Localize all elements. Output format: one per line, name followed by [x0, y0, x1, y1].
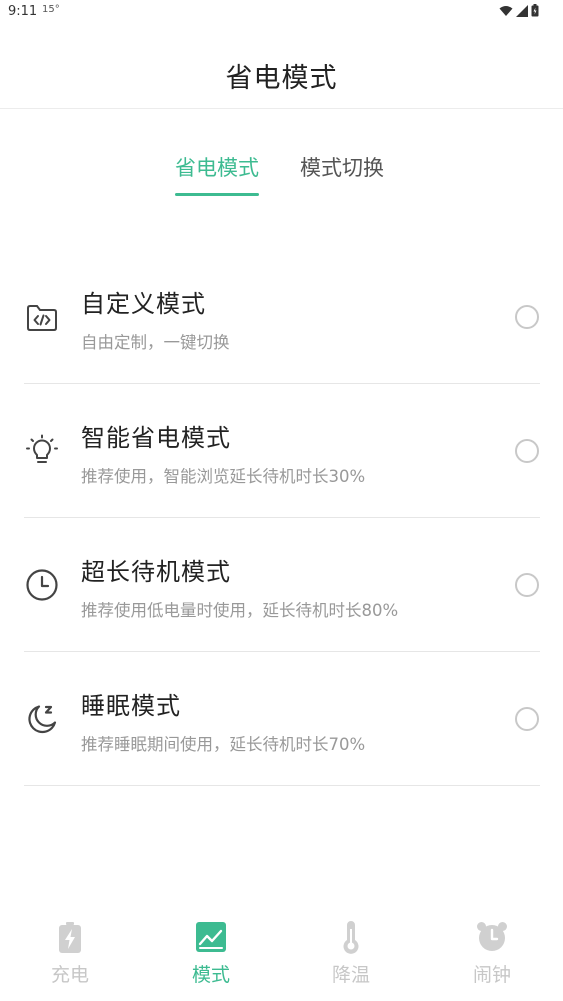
tab-mode-switch[interactable]: 模式切换	[300, 152, 384, 196]
nav-item-mode[interactable]: 模式	[171, 920, 251, 987]
tab-label: 省电模式	[175, 156, 259, 180]
nav-item-charge[interactable]: 充电	[30, 920, 110, 987]
tab-power-saving-mode[interactable]: 省电模式	[175, 152, 259, 196]
nav-label: 充电	[50, 964, 89, 986]
mode-description: 推荐使用，智能浏览延长待机时长30%	[81, 467, 366, 486]
alarm-clock-icon	[477, 922, 507, 951]
mode-radio-button[interactable]	[515, 304, 539, 329]
mode-radio-button[interactable]	[515, 706, 539, 731]
mode-list: 自定义模式 自由定制，一键切换 智能省电模式 推荐使用，智能浏览延长待机时长30…	[24, 250, 540, 786]
mode-description: 自由定制，一键切换	[81, 333, 230, 352]
tab-label: 模式切换	[300, 156, 384, 180]
mode-radio-button[interactable]	[515, 572, 539, 597]
nav-item-cooling[interactable]: 降温	[311, 920, 391, 987]
mode-item-long-standby[interactable]: 超长待机模式 推荐使用低电量时使用，延长待机时长80%	[24, 518, 540, 652]
mode-radio-button[interactable]	[515, 438, 539, 463]
status-icons	[499, 4, 539, 17]
signal-icon	[516, 4, 528, 17]
nav-label: 模式	[191, 964, 230, 986]
thermometer-icon	[343, 921, 359, 954]
mode-title: 超长待机模式	[81, 558, 231, 586]
status-bar: 9:11 15°	[0, 0, 563, 24]
mode-description: 推荐睡眠期间使用，延长待机时长70%	[81, 735, 366, 754]
mode-description: 推荐使用低电量时使用，延长待机时长80%	[81, 601, 399, 620]
wifi-icon	[499, 5, 513, 16]
custom-code-folder-icon	[24, 299, 60, 335]
nav-label: 闹钟	[472, 964, 511, 986]
status-temperature: 15°	[42, 4, 60, 15]
mode-title: 睡眠模式	[81, 692, 181, 720]
status-time: 9:11	[8, 4, 38, 19]
app-screen: 9:11 15° 省电模式 省电模式 模式切换 自定义模式 自由定制，一键切换 …	[0, 0, 563, 1001]
battery-charge-icon	[59, 922, 81, 953]
title-bar: 省电模式	[0, 40, 563, 109]
moon-sleep-icon	[24, 701, 60, 737]
lightbulb-icon	[24, 433, 60, 469]
page-title: 省电模式	[225, 63, 338, 94]
nav-item-alarm[interactable]: 闹钟	[452, 920, 532, 987]
mode-item-smart-saving[interactable]: 智能省电模式 推荐使用，智能浏览延长待机时长30%	[24, 384, 540, 518]
nav-label: 降温	[331, 964, 370, 986]
battery-icon	[531, 4, 539, 17]
tab-bar: 省电模式 模式切换	[0, 152, 563, 208]
mode-chart-icon	[196, 922, 226, 952]
mode-item-custom[interactable]: 自定义模式 自由定制，一键切换	[24, 250, 540, 384]
clock-icon	[24, 567, 60, 603]
mode-item-sleep[interactable]: 睡眠模式 推荐睡眠期间使用，延长待机时长70%	[24, 652, 540, 786]
mode-title: 自定义模式	[81, 290, 206, 318]
tab-active-indicator	[175, 193, 259, 196]
mode-title: 智能省电模式	[81, 424, 231, 452]
bottom-nav: 充电 模式 降温 闹钟	[0, 910, 563, 1001]
